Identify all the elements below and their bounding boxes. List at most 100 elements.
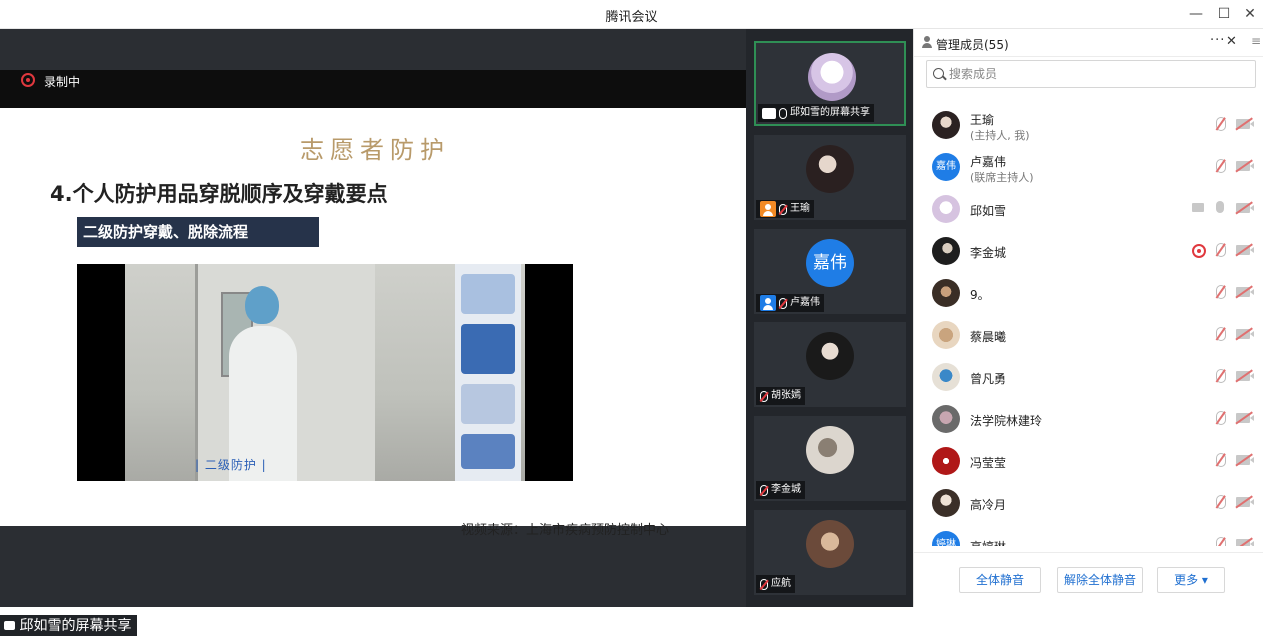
camera-off-icon[interactable]	[1236, 329, 1254, 339]
members-panel-header: 管理成员(55) ··· ✕ ≡	[914, 29, 1263, 57]
avatar: 嘉伟	[806, 239, 854, 287]
video-tile[interactable]: 嘉伟 卢嘉伟	[754, 229, 906, 314]
member-row[interactable]: 邱如雪	[914, 190, 1263, 232]
video-tile[interactable]: 王瑜	[754, 135, 906, 220]
mic-muted-icon[interactable]	[1216, 159, 1226, 173]
camera-off-icon[interactable]	[1236, 245, 1254, 255]
camera-off-icon[interactable]	[1236, 497, 1254, 507]
title-bar: 腾讯会议 — ☐ ✕	[0, 0, 1263, 29]
mic-muted-icon[interactable]	[1216, 285, 1226, 299]
member-search[interactable]	[926, 60, 1256, 88]
avatar	[932, 195, 960, 223]
avatar	[806, 520, 854, 568]
mic-icon[interactable]	[1216, 201, 1224, 213]
slide-header: 志愿者防护	[300, 136, 450, 164]
member-name: 高冷月	[970, 498, 1007, 512]
member-name: 蔡晨曦	[970, 330, 1007, 344]
video-tile[interactable]: 应航	[754, 510, 906, 595]
mic-muted-icon	[760, 578, 768, 590]
camera-off-icon[interactable]	[1236, 413, 1254, 423]
video-tiles-column: 邱如雪的屏幕共享 王瑜 嘉伟 卢嘉伟 胡张嫣 李金城 应航	[746, 29, 913, 607]
camera-off-icon[interactable]	[1236, 203, 1254, 213]
mic-muted-icon[interactable]	[1216, 369, 1226, 383]
camera-off-icon[interactable]	[1236, 161, 1254, 171]
video-tile[interactable]: 胡张嫣	[754, 322, 906, 407]
avatar	[932, 237, 960, 265]
slide-title: 4.个人防护用品穿脱顺序及穿戴要点	[50, 182, 388, 206]
video-tile[interactable]: 邱如雪的屏幕共享	[754, 41, 906, 126]
maximize-button[interactable]: ☐	[1215, 5, 1233, 23]
camera-off-icon[interactable]	[1236, 287, 1254, 297]
member-name: 法学院林建玲	[970, 414, 1043, 428]
member-row[interactable]: 王瑜 (主持人, 我)	[914, 106, 1263, 148]
camera-off-icon[interactable]	[1236, 455, 1254, 465]
member-row[interactable]: 冯莹莹	[914, 442, 1263, 484]
member-name: 王瑜	[970, 113, 995, 127]
member-row[interactable]: 高冷月	[914, 484, 1263, 526]
camera-off-icon[interactable]	[1236, 539, 1254, 546]
member-name: 曾凡勇	[970, 372, 1007, 386]
member-row[interactable]: 嘉伟 卢嘉伟 (联席主持人)	[914, 148, 1263, 190]
mic-muted-icon[interactable]	[1216, 495, 1226, 509]
member-name: 冯莹莹	[970, 456, 1007, 470]
member-name: 邱如雪	[970, 204, 1007, 218]
mic-muted-icon[interactable]	[1216, 327, 1226, 341]
avatar	[932, 489, 960, 517]
member-search-input[interactable]	[949, 65, 1249, 83]
mic-muted-icon	[779, 203, 787, 215]
close-window-button[interactable]: ✕	[1241, 5, 1259, 23]
mic-muted-icon[interactable]	[1216, 117, 1226, 131]
unmute-all-button[interactable]: 解除全体静音	[1057, 567, 1143, 593]
slide-source: 视频来源：上海市疾病预防控制中心	[461, 523, 670, 538]
avatar: 婷琳	[932, 531, 960, 546]
tile-label: 应航	[756, 575, 795, 593]
video-person	[225, 282, 297, 481]
member-row[interactable]: 李金城	[914, 232, 1263, 274]
minimize-button[interactable]: —	[1187, 5, 1205, 23]
member-row[interactable]: 蔡晨曦	[914, 316, 1263, 358]
menu-icon[interactable]: ≡	[1251, 34, 1261, 48]
member-row[interactable]: 法学院林建玲	[914, 400, 1263, 442]
tile-label: 胡张嫣	[756, 387, 805, 405]
screen-share-label: 邱如雪的屏幕共享	[0, 615, 138, 636]
member-row[interactable]: 曾凡勇	[914, 358, 1263, 400]
video-tile[interactable]: 李金城	[754, 416, 906, 501]
member-row[interactable]: 婷琳 高婷琳	[914, 526, 1263, 546]
tile-name: 胡张嫣	[771, 390, 801, 401]
close-panel-icon[interactable]: ✕	[1226, 34, 1237, 49]
member-row[interactable]: 9。	[914, 274, 1263, 316]
more-options-icon[interactable]: ···	[1210, 33, 1225, 48]
avatar	[932, 447, 960, 475]
video-poster	[455, 264, 521, 481]
tile-label: 邱如雪的屏幕共享	[758, 104, 874, 122]
slide-subtitle: 二级防护穿戴、脱除流程	[77, 217, 319, 247]
mic-muted-icon	[760, 390, 768, 402]
mic-muted-icon[interactable]	[1216, 243, 1226, 257]
video-caption: | 二级防护 |	[195, 458, 267, 472]
mic-muted-icon[interactable]	[1216, 411, 1226, 425]
mute-all-button[interactable]: 全体静音	[959, 567, 1041, 593]
members-icon	[921, 36, 933, 48]
screen-share-area: 录制中 志愿者防护 4.个人防护用品穿脱顺序及穿戴要点 二级防护穿戴、脱除流程 …	[0, 29, 746, 636]
video-frame: | 二级防护 |	[125, 264, 525, 481]
mic-muted-icon[interactable]	[1216, 537, 1226, 546]
mic-muted-icon[interactable]	[1216, 453, 1226, 467]
avatar	[932, 279, 960, 307]
tile-name: 李金城	[771, 484, 801, 495]
member-name: 9。	[970, 288, 990, 302]
window-title: 腾讯会议	[605, 10, 658, 25]
recording-icon	[21, 73, 35, 87]
members-panel: 管理成员(55) ··· ✕ ≡ 王瑜 (主持人, 我) 嘉伟 卢嘉伟 (联席主…	[913, 29, 1263, 607]
recording-icon	[1192, 244, 1206, 258]
tile-name: 应航	[771, 578, 791, 589]
mic-muted-icon	[760, 484, 768, 496]
tile-name: 邱如雪的屏幕共享	[790, 107, 870, 118]
members-panel-footer: 全体静音 解除全体静音 更多 ▾	[914, 552, 1263, 607]
camera-off-icon[interactable]	[1236, 119, 1254, 129]
more-button[interactable]: 更多 ▾	[1157, 567, 1225, 593]
avatar	[806, 332, 854, 380]
avatar	[806, 426, 854, 474]
camera-off-icon[interactable]	[1236, 371, 1254, 381]
recording-bar	[0, 70, 746, 108]
tile-name: 卢嘉伟	[790, 297, 820, 308]
